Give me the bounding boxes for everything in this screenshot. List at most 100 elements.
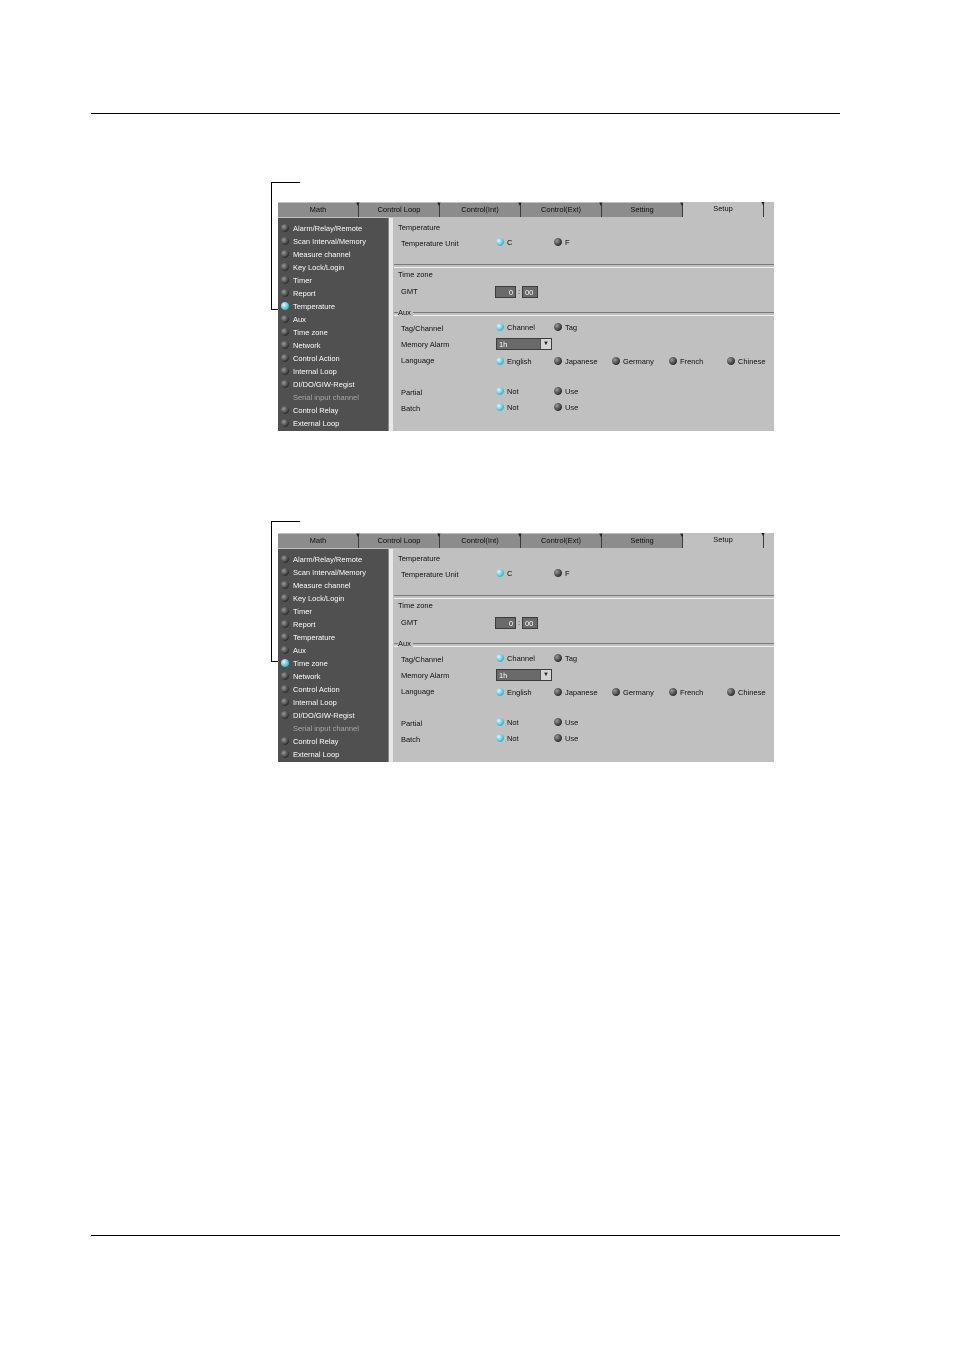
tab-control-loop[interactable]: Control Loop▼ bbox=[359, 202, 442, 217]
sidebar-item-key-lock-login[interactable]: Key Lock/Login bbox=[281, 261, 344, 274]
tab-setup[interactable]: Setup ▼ bbox=[683, 533, 766, 548]
sidebar-item-control-action[interactable]: Control Action bbox=[281, 352, 340, 365]
memory-alarm-select[interactable]: 1h ▼ bbox=[496, 338, 552, 350]
sidebar-item-timer[interactable]: Timer bbox=[281, 605, 312, 618]
sidebar-item-time-zone[interactable]: Time zone bbox=[281, 657, 328, 670]
sidebar-item-network[interactable]: Network bbox=[281, 339, 321, 352]
language-germany-radio[interactable]: Germany bbox=[612, 357, 654, 366]
gmt-minutes-field[interactable]: 00 bbox=[522, 286, 538, 298]
sidebar-item-report[interactable]: Report bbox=[281, 618, 316, 631]
gmt-hours-field[interactable]: 0 bbox=[495, 617, 516, 629]
batch-use-radio[interactable]: Use bbox=[554, 403, 578, 412]
sidebar-item-control-action[interactable]: Control Action bbox=[281, 683, 340, 696]
tab-control-ext[interactable]: Control(Ext)▼ bbox=[521, 202, 604, 217]
sidebar-item-measure-channel[interactable]: Measure channel bbox=[281, 579, 351, 592]
language-japanese-radio[interactable]: Japanese bbox=[554, 688, 598, 697]
sidebar-item-key-lock-login[interactable]: Key Lock/Login bbox=[281, 592, 344, 605]
language-chinese-radio[interactable]: Chinese bbox=[727, 688, 766, 697]
language-chinese-radio[interactable]: Chinese bbox=[727, 357, 766, 366]
partial-not-radio[interactable]: Not bbox=[496, 387, 519, 396]
sidebar-item-label: Control Action bbox=[293, 354, 340, 363]
group-border-aux bbox=[394, 312, 774, 316]
batch-not-radio[interactable]: Not bbox=[496, 734, 519, 743]
radio-label: C bbox=[507, 569, 513, 578]
sidebar-item-network[interactable]: Network bbox=[281, 670, 321, 683]
partial-not-radio[interactable]: Not bbox=[496, 718, 519, 727]
status-led-icon bbox=[281, 698, 289, 706]
status-led-icon bbox=[281, 594, 289, 602]
sidebar-item-scan-interval-memory[interactable]: Scan Interval/Memory bbox=[281, 235, 366, 248]
sidebar-item-external-loop[interactable]: External Loop bbox=[281, 748, 339, 761]
status-led-icon bbox=[281, 581, 289, 589]
sidebar-item-scan-interval-memory[interactable]: Scan Interval/Memory bbox=[281, 566, 366, 579]
radio-indicator-icon bbox=[727, 357, 735, 365]
callout-line-2 bbox=[271, 521, 272, 662]
sidebar-item-report[interactable]: Report bbox=[281, 287, 316, 300]
group-title-temperature: Temperature bbox=[398, 223, 443, 232]
sidebar-item-label: Measure channel bbox=[293, 250, 351, 259]
sidebar-item-control-relay[interactable]: Control Relay bbox=[281, 735, 338, 748]
tab-math[interactable]: Math▼ bbox=[278, 533, 361, 548]
sidebar-item-control-relay[interactable]: Control Relay bbox=[281, 404, 338, 417]
language-english-radio[interactable]: English bbox=[496, 688, 532, 697]
status-led-icon bbox=[281, 276, 289, 284]
radio-indicator-icon bbox=[612, 688, 620, 696]
tab-control-int[interactable]: Control(Int)▼ bbox=[440, 202, 523, 217]
sidebar-item-alarm-relay-remote[interactable]: Alarm/Relay/Remote bbox=[281, 222, 362, 235]
tab-setting[interactable]: Setting▼ bbox=[602, 202, 685, 217]
status-led-icon bbox=[281, 289, 289, 297]
group-title-aux: Aux bbox=[398, 308, 413, 317]
chevron-down-icon[interactable]: ▼ bbox=[540, 339, 551, 349]
bottom-rule bbox=[91, 1235, 840, 1236]
sidebar-item-internal-loop[interactable]: Internal Loop bbox=[281, 365, 337, 378]
temperature-unit-f-radio[interactable]: F bbox=[554, 238, 570, 247]
sidebar-item-external-loop[interactable]: External Loop bbox=[281, 417, 339, 430]
sidebar-item-alarm-relay-remote[interactable]: Alarm/Relay/Remote bbox=[281, 553, 362, 566]
sidebar-item-label: DI/DO/GIW-Regist bbox=[293, 380, 355, 389]
sidebar-item-temperature[interactable]: Temperature bbox=[281, 300, 335, 313]
temperature-unit-c-radio[interactable]: C bbox=[496, 238, 512, 247]
sidebar-item-label: Alarm/Relay/Remote bbox=[293, 555, 363, 564]
language-japanese-radio[interactable]: Japanese bbox=[554, 357, 598, 366]
batch-not-radio[interactable]: Not bbox=[496, 403, 519, 412]
partial-use-radio[interactable]: Use bbox=[554, 387, 578, 396]
sidebar-item-measure-channel[interactable]: Measure channel bbox=[281, 248, 351, 261]
gmt-minutes-field[interactable]: 00 bbox=[522, 617, 538, 629]
tag-channel-channel-radio[interactable]: Channel bbox=[496, 323, 535, 332]
status-led-icon bbox=[281, 328, 289, 336]
gmt-hours-field[interactable]: 0 bbox=[495, 286, 516, 298]
temperature-unit-c-radio[interactable]: C bbox=[496, 569, 512, 578]
tab-control-int[interactable]: Control(Int)▼ bbox=[440, 533, 523, 548]
sidebar-item-time-zone[interactable]: Time zone bbox=[281, 326, 328, 339]
radio-label: F bbox=[565, 238, 570, 247]
language-french-radio[interactable]: French bbox=[669, 688, 703, 697]
sidebar-item-temperature[interactable]: Temperature bbox=[281, 631, 335, 644]
tab-setting[interactable]: Setting▼ bbox=[602, 533, 685, 548]
sidebar-item-di-do-giw-regist[interactable]: DI/DO/GIW-Regist bbox=[281, 709, 355, 722]
radio-label: Tag bbox=[565, 654, 578, 663]
tab-setup[interactable]: Setup ▼ bbox=[683, 202, 766, 217]
tab-control-loop[interactable]: Control Loop▼ bbox=[359, 533, 442, 548]
callout-top-2 bbox=[271, 521, 300, 522]
tag-channel-tag-radio[interactable]: Tag bbox=[554, 323, 577, 332]
batch-use-radio[interactable]: Use bbox=[554, 734, 578, 743]
tab-math[interactable]: Math▼ bbox=[278, 202, 361, 217]
tag-channel-tag-radio[interactable]: Tag bbox=[554, 654, 577, 663]
gmt-label: GMT bbox=[401, 618, 418, 627]
sidebar-item-aux[interactable]: Aux bbox=[281, 313, 306, 326]
partial-use-radio[interactable]: Use bbox=[554, 718, 578, 727]
temperature-unit-f-radio[interactable]: F bbox=[554, 569, 570, 578]
tag-channel-channel-radio[interactable]: Channel bbox=[496, 654, 535, 663]
sidebar-item-timer[interactable]: Timer bbox=[281, 274, 312, 287]
memory-alarm-select[interactable]: 1h ▼ bbox=[496, 669, 552, 681]
language-germany-radio[interactable]: Germany bbox=[612, 688, 654, 697]
sidebar-item-internal-loop[interactable]: Internal Loop bbox=[281, 696, 337, 709]
chevron-down-icon[interactable]: ▼ bbox=[540, 670, 551, 680]
status-led-icon bbox=[281, 646, 289, 654]
batch-label: Batch bbox=[401, 404, 421, 413]
sidebar-item-di-do-giw-regist[interactable]: DI/DO/GIW-Regist bbox=[281, 378, 355, 391]
sidebar-item-aux[interactable]: Aux bbox=[281, 644, 306, 657]
tab-control-ext[interactable]: Control(Ext)▼ bbox=[521, 533, 604, 548]
language-english-radio[interactable]: English bbox=[496, 357, 532, 366]
language-french-radio[interactable]: French bbox=[669, 357, 703, 366]
